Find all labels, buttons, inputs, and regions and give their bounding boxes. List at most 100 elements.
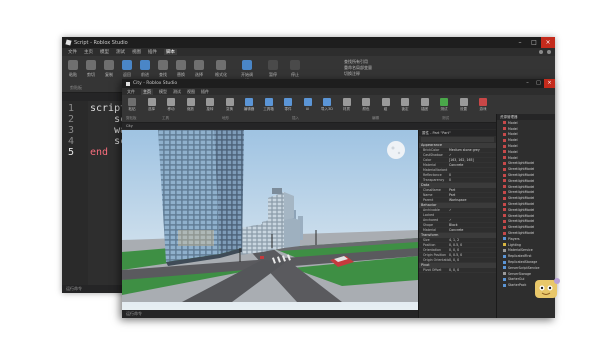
property-row[interactable]: Pivot Offset 0, 0, 0 [419, 268, 496, 273]
menu-item[interactable]: 测试 [116, 49, 125, 55]
menu-item[interactable]: 插件 [148, 49, 157, 55]
property-name: Position [423, 243, 436, 247]
explorer-item-label: ServerStorage [508, 271, 531, 276]
menu-item[interactable]: 模型 [159, 89, 167, 95]
ribbon-button[interactable]: 前进 [138, 60, 152, 78]
property-value[interactable] [449, 168, 496, 172]
menu-item[interactable]: 视图 [187, 89, 195, 95]
explorer-item-label: StreetlightModel [508, 190, 535, 195]
minimize-icon[interactable]: – [522, 79, 533, 88]
property-value[interactable]: 4, 1, 2 [449, 238, 496, 242]
property-name: Pivot Offset [423, 268, 442, 272]
ribbon-button[interactable]: 编辑器 [243, 98, 255, 112]
explorer-item-icon [503, 248, 506, 252]
line-number-current: 5 [68, 147, 75, 158]
property-value[interactable]: 0, 0.5, 0 [449, 253, 496, 257]
menu-item[interactable]: 插件 [201, 89, 209, 95]
ribbon-button[interactable]: 零件 [282, 98, 294, 112]
ribbon-button-icon [342, 98, 351, 106]
ribbon-button[interactable]: 停止 [288, 60, 302, 78]
property-value[interactable]: 0 [449, 173, 496, 177]
menu-item[interactable]: 文件 [127, 89, 135, 95]
ribbon-button[interactable]: 材质 [341, 98, 353, 112]
ribbon-button[interactable]: 复制 [102, 60, 116, 78]
property-value[interactable]: Block [449, 223, 496, 227]
ribbon-button[interactable]: 替换 [174, 60, 188, 78]
menu-item[interactable]: 主页 [84, 49, 93, 55]
explorer-item-icon [503, 156, 506, 160]
explorer-item-label: Model [508, 138, 518, 143]
property-value[interactable]: Part [449, 188, 496, 192]
explorer-item-label: ReplicatedFirst [508, 254, 532, 259]
ribbon-button-label: 前进 [141, 72, 149, 77]
explorer-item-label: StreetlightModel [508, 161, 535, 166]
ribbon-button-label: 材质 [343, 107, 350, 111]
ribbon-button[interactable]: 旋转 [204, 98, 216, 112]
ribbon-button[interactable]: 组 [380, 98, 392, 112]
ribbon-button[interactable]: 测试 [438, 98, 450, 112]
properties-filter-input[interactable] [421, 137, 494, 142]
share-icon[interactable] [539, 50, 543, 54]
ribbon-button[interactable]: 粘贴 [66, 60, 80, 78]
ribbon-button[interactable]: 粘贴 [126, 98, 138, 112]
ribbon-text-item[interactable]: 切换注释 [344, 71, 372, 77]
ribbon-button[interactable]: 移动 [165, 98, 177, 112]
ribbon-button[interactable]: 暂停 [266, 60, 280, 78]
menu-item[interactable]: 脚本 [164, 49, 177, 55]
explorer-item-icon [503, 173, 506, 177]
property-value[interactable]: ✓ [449, 218, 496, 222]
menu-item[interactable]: 测试 [173, 89, 181, 95]
property-value[interactable]: 0, 0, 0 [449, 258, 496, 262]
maximize-icon[interactable]: □ [533, 79, 544, 88]
menu-item[interactable]: 模型 [100, 49, 109, 55]
property-value[interactable]: [163, 162, 165] [449, 158, 496, 162]
roblox-studio-logo-icon [65, 39, 72, 46]
explorer-item-icon [503, 277, 506, 281]
menu-item[interactable]: 文件 [68, 49, 77, 55]
ribbon-button[interactable]: 锚固 [419, 98, 431, 112]
ribbon-button[interactable]: UI [302, 98, 314, 111]
ribbon-button[interactable]: 缩放 [185, 98, 197, 112]
property-value[interactable]: ✓ [449, 208, 496, 212]
property-value[interactable]: Part [449, 193, 496, 197]
property-value[interactable]: 0, 0.5, 0 [449, 243, 496, 247]
ribbon-button[interactable]: 游戏 [477, 98, 489, 112]
property-value[interactable]: Concrete [449, 163, 496, 167]
ribbon-button[interactable]: 锁定 [399, 98, 411, 112]
close-icon[interactable]: × [541, 37, 555, 48]
menu-item[interactable]: 视图 [132, 49, 141, 55]
property-name: Reflectance [423, 173, 442, 177]
ribbon-button[interactable]: 格式化 [214, 60, 228, 78]
maximize-icon[interactable]: □ [527, 37, 541, 48]
ribbon-group-label: 编辑 [372, 116, 379, 120]
minimize-icon[interactable]: – [513, 37, 527, 48]
property-value[interactable]: Concrete [449, 228, 496, 232]
explorer-item-label: StreetlightModel [508, 213, 535, 218]
ribbon-button[interactable]: 返回 [120, 60, 134, 78]
property-value[interactable]: 0, 0, 0 [449, 268, 496, 272]
ribbon-button[interactable]: 设置 [458, 98, 470, 112]
property-name: Anchored [423, 218, 439, 222]
ribbon-button[interactable]: 查找 [156, 60, 170, 78]
user-avatar-icon[interactable] [547, 50, 551, 54]
ribbon-button-icon [176, 60, 186, 70]
property-value[interactable]: ✓ [449, 153, 496, 157]
property-name: Shape [423, 223, 433, 227]
property-value[interactable]: 0, 0, 0 [449, 248, 496, 252]
property-value[interactable]: Workspace [449, 198, 496, 202]
close-icon[interactable]: × [544, 79, 555, 88]
ribbon-button[interactable]: 工具箱 [263, 98, 275, 112]
property-value[interactable]: Medium stone grey [449, 148, 496, 152]
tab-city[interactable]: City [126, 124, 133, 128]
ribbon-button[interactable]: 剪切 [84, 60, 98, 78]
property-value[interactable]: 0 [449, 178, 496, 182]
property-value[interactable] [449, 213, 496, 217]
explorer-item-icon [503, 260, 506, 264]
ribbon-button[interactable]: 选择 [192, 60, 206, 78]
ribbon-button[interactable]: 选择 [146, 98, 158, 112]
3d-viewport[interactable] [122, 130, 418, 310]
ribbon-button[interactable]: 导入3D [321, 98, 333, 112]
ribbon-button[interactable]: 变换 [224, 98, 236, 112]
menu-item[interactable]: 主页 [141, 88, 153, 95]
ribbon-button[interactable]: 颜色 [360, 98, 372, 112]
